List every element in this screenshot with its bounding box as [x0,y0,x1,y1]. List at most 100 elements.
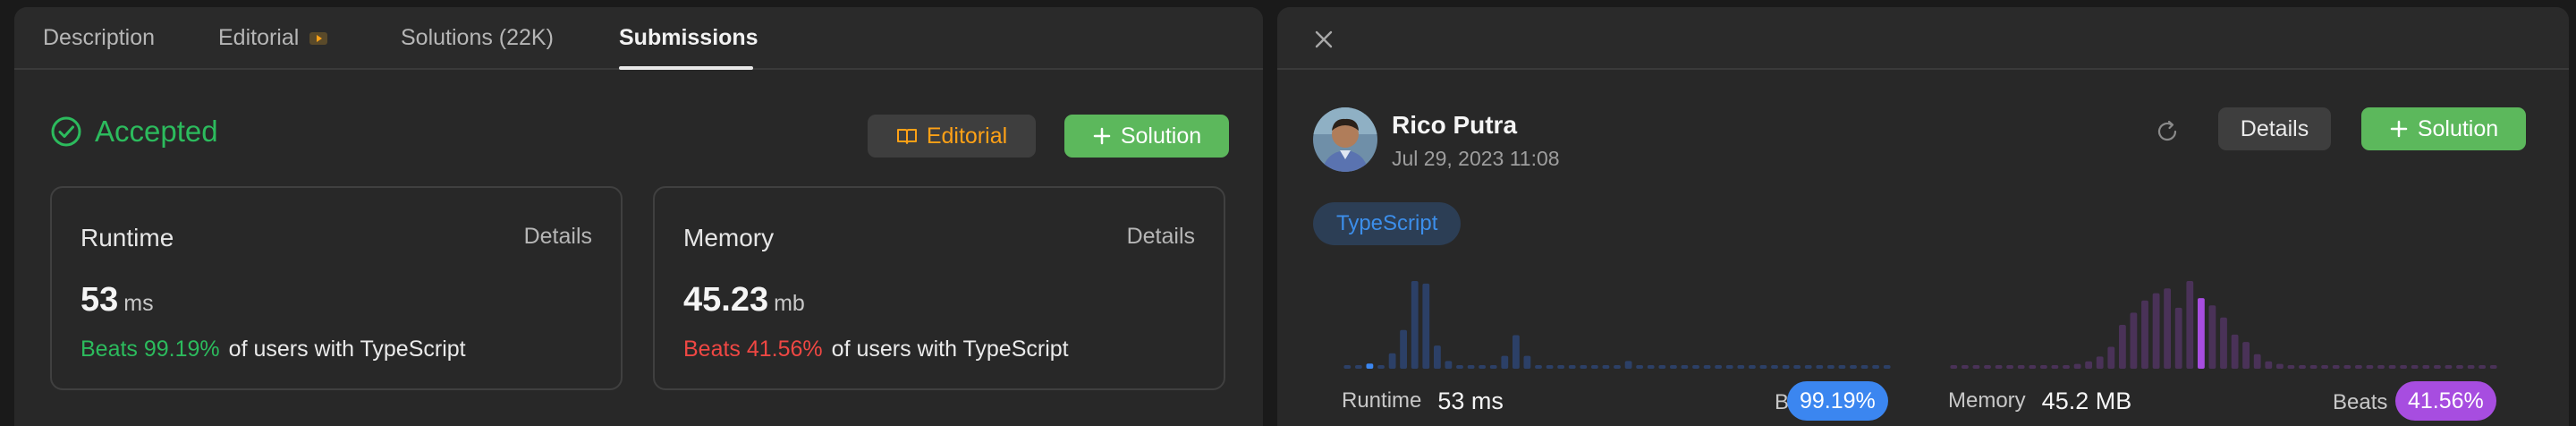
runtime-bar[interactable] [1523,355,1531,369]
runtime-bar[interactable] [1793,365,1801,369]
memory-bar[interactable] [1995,365,2003,369]
runtime-bar[interactable] [1568,365,1576,369]
memory-bar[interactable] [2029,365,2037,369]
runtime-bar[interactable] [1467,365,1475,369]
runtime-bar[interactable] [1703,365,1711,369]
runtime-bar[interactable] [1546,365,1554,369]
runtime-bar[interactable] [1827,365,1835,369]
runtime-bar[interactable] [1737,365,1745,369]
memory-bar[interactable] [2366,365,2374,369]
memory-bar[interactable] [2343,365,2351,369]
memory-bar[interactable] [2299,365,2306,369]
runtime-bar[interactable] [1479,365,1486,369]
memory-bar[interactable] [2231,334,2239,369]
tab-solutions[interactable]: Solutions (22K) [401,25,554,51]
memory-bar[interactable] [2422,365,2430,369]
memory-bar[interactable] [2164,288,2171,369]
runtime-bar[interactable] [1759,365,1767,369]
memory-bar[interactable] [2400,365,2407,369]
runtime-bar[interactable] [1580,365,1588,369]
runtime-bar[interactable] [1456,365,1463,369]
memory-bar[interactable] [2073,363,2081,369]
memory-bar-current[interactable] [2198,298,2205,369]
solution-button[interactable]: Solution [1064,115,1229,158]
runtime-bar[interactable] [1850,365,1857,369]
editorial-button[interactable]: Editorial [868,115,1036,158]
runtime-bar[interactable] [1489,365,1497,369]
memory-bar[interactable] [2377,365,2385,369]
memory-bar[interactable] [2332,365,2340,369]
close-icon[interactable] [1313,29,1335,50]
details-button[interactable]: Details [2218,107,2331,150]
runtime-bar[interactable] [1377,365,1385,369]
memory-bar[interactable] [2467,365,2475,369]
runtime-bar[interactable] [1771,365,1778,369]
tab-editorial[interactable]: Editorial [218,25,329,51]
runtime-bar[interactable] [1816,365,1824,369]
runtime-bar[interactable] [1860,365,1868,369]
runtime-bar[interactable] [1422,283,1430,369]
runtime-bar[interactable] [1715,365,1722,369]
memory-bar[interactable] [2434,365,2441,369]
avatar[interactable] [1313,107,1377,172]
memory-bar[interactable] [2085,361,2092,369]
memory-bar[interactable] [2130,312,2138,369]
runtime-bar[interactable] [1725,365,1733,369]
memory-bar[interactable] [2141,300,2148,369]
memory-bar[interactable] [1962,365,1969,369]
runtime-bar[interactable] [1400,329,1407,369]
memory-bar[interactable] [2265,361,2273,369]
runtime-bar-current[interactable] [1366,363,1374,369]
runtime-bar[interactable] [1557,365,1564,369]
memory-bar[interactable] [2220,317,2227,369]
runtime-bar[interactable] [1883,365,1891,369]
runtime-bar[interactable] [1872,365,1879,369]
runtime-bar[interactable] [1355,365,1362,369]
memory-bar[interactable] [1972,365,1980,369]
memory-bar[interactable] [2063,365,2070,369]
memory-bar[interactable] [2456,365,2463,369]
runtime-bar[interactable] [1411,281,1419,369]
runtime-bar[interactable] [1749,365,1756,369]
memory-bar[interactable] [2388,365,2396,369]
runtime-bar[interactable] [1388,353,1396,369]
runtime-bar[interactable] [1658,365,1666,369]
runtime-bar[interactable] [1513,335,1520,370]
memory-bar[interactable] [2096,356,2104,369]
memory-bar[interactable] [2242,342,2250,369]
post-solution-button[interactable]: Solution [2361,107,2526,150]
runtime-bar[interactable] [1445,361,1453,369]
memory-bar[interactable] [1950,365,1958,369]
runtime-bar[interactable] [1670,365,1677,369]
runtime-bar[interactable] [1782,365,1790,369]
runtime-bar[interactable] [1602,365,1610,369]
runtime-bar[interactable] [1501,355,1509,369]
memory-bar[interactable] [2051,365,2059,369]
memory-bar[interactable] [2479,365,2486,369]
runtime-bar[interactable] [1614,365,1621,369]
memory-bar[interactable] [2006,365,2013,369]
memory-bar[interactable] [2174,307,2182,369]
memory-bar[interactable] [2040,365,2047,369]
runtime-details-link[interactable]: Details [524,224,592,250]
runtime-bar[interactable] [1535,365,1542,369]
refresh-icon[interactable] [2154,118,2181,145]
memory-bar[interactable] [2208,305,2216,369]
memory-bar[interactable] [2253,354,2261,369]
runtime-bar[interactable] [1343,365,1352,369]
runtime-bar[interactable] [1681,365,1689,369]
memory-bar[interactable] [2287,365,2295,369]
memory-bar[interactable] [2119,325,2126,369]
runtime-bar[interactable] [1591,365,1598,369]
tab-submissions[interactable]: Submissions [619,25,758,51]
memory-bar[interactable] [2309,365,2318,369]
runtime-bar[interactable] [1434,345,1441,369]
memory-bar[interactable] [2489,365,2497,369]
memory-bar[interactable] [2152,293,2160,369]
user-name[interactable]: Rico Putra [1392,111,1517,140]
memory-bar[interactable] [2276,363,2284,369]
memory-details-link[interactable]: Details [1127,224,1195,250]
memory-bar[interactable] [2107,346,2115,370]
runtime-bar[interactable] [1838,365,1846,369]
memory-bar[interactable] [2445,365,2453,369]
